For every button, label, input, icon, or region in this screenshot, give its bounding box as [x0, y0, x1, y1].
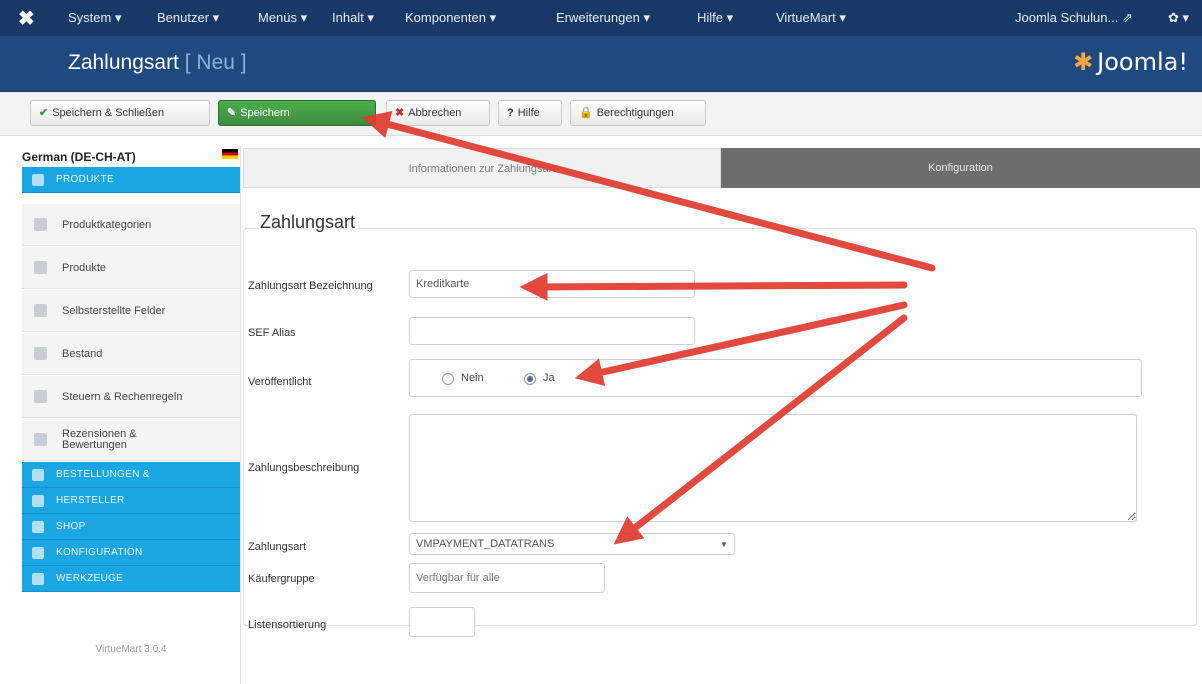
payment-method-value: VMPAYMENT_DATATRANS	[416, 538, 555, 550]
version-label: VirtueMart 3.0.4	[95, 644, 167, 655]
sidebar-section-bestellungen[interactable]: BESTELLUNGEN &	[22, 462, 240, 488]
permissions-label: Berechtigungen	[596, 107, 674, 119]
sidebar-item-label: Selbsterstellte Felder	[62, 304, 166, 317]
help-label: Hilfe	[517, 107, 540, 119]
check-icon: ✔	[39, 107, 49, 119]
sidebar-item-label: Steuern & Rechenregeln	[62, 390, 183, 403]
alias-label: SEF Alias	[248, 327, 296, 339]
menu-menues[interactable]: Menüs ▾	[258, 10, 307, 26]
ordering-input[interactable]	[409, 607, 475, 637]
group-label: Käufergruppe	[248, 573, 315, 585]
sidebar-item-label: Produkte	[62, 261, 107, 274]
name-label: Zahlungsart Bezeichnung	[248, 280, 373, 292]
tax-icon	[34, 390, 47, 403]
menu-system[interactable]: System ▾	[68, 10, 121, 26]
manufacturer-icon	[32, 495, 44, 507]
sidebar-section-label: BESTELLUNGEN &	[56, 469, 150, 480]
sidebar-section-label: KONFIGURATION	[56, 547, 143, 558]
sidebar-item-steuern[interactable]: Steuern & Rechenregeln	[22, 376, 240, 418]
published-no-radio[interactable]	[442, 373, 454, 385]
sidebar-item-felder[interactable]: Selbsterstellte Felder	[22, 290, 240, 332]
settings-gear-icon[interactable]: ✿ ▾	[1168, 10, 1189, 26]
published-yes-radio[interactable]	[524, 373, 536, 385]
site-link[interactable]: Joomla Schulun... ⇗	[1015, 10, 1133, 26]
sidebar: German (DE-CH-AT) PRODUKTE Produktkatego…	[0, 146, 241, 684]
sidebar-item-rezensionen[interactable]: Rezensionen & Bewertungen	[22, 419, 240, 461]
inventory-icon	[34, 347, 47, 360]
shopper-group-input[interactable]	[409, 563, 605, 593]
payment-method-select[interactable]: VMPAYMENT_DATATRANS ▼	[409, 533, 735, 555]
chevron-down-icon: ▼	[720, 540, 728, 549]
joomla-brand-text: Joomla!	[1097, 48, 1188, 76]
sidebar-section-label: PRODUKTE	[56, 174, 114, 185]
sef-alias-input[interactable]	[409, 317, 695, 345]
page-title: Zahlungsart [ Neu ]	[68, 51, 247, 75]
save-close-label: Speichern & Schließen	[52, 107, 165, 119]
german-flag-icon[interactable]	[222, 149, 238, 159]
sidebar-section-produkte[interactable]: PRODUKTE	[22, 167, 240, 193]
menu-inhalt[interactable]: Inhalt ▾	[332, 10, 374, 26]
shop-icon	[32, 521, 44, 533]
published-no-label: Nein	[461, 372, 484, 384]
save-label: Speichern	[240, 107, 290, 119]
sidebar-section-werkzeuge[interactable]: WERKZEUGE	[22, 566, 240, 592]
published-radio-group	[409, 359, 1142, 397]
sidebar-section-hersteller[interactable]: HERSTELLER	[22, 488, 240, 514]
save-close-button[interactable]: ✔ Speichern & Schließen	[30, 100, 210, 126]
sidebar-item-produktkategorien[interactable]: Produktkategorien	[22, 204, 240, 246]
tab-informationen[interactable]: Informationen zur Zahlungsart	[243, 148, 721, 188]
question-icon: ?	[507, 107, 514, 119]
page-title-text: Zahlungsart	[68, 51, 179, 74]
sidebar-section-konfiguration[interactable]: KONFIGURATION	[22, 540, 240, 566]
cancel-icon: ✖	[395, 107, 405, 119]
menu-benutzer[interactable]: Benutzer ▾	[157, 10, 219, 26]
payment-name-input[interactable]	[409, 270, 695, 298]
sidebar-item-label: Bestand	[62, 347, 103, 360]
save-button[interactable]: ✎ Speichern	[218, 100, 376, 126]
sidebar-section-shop[interactable]: SHOP	[22, 514, 240, 540]
toolbar: ✔ Speichern & Schließen ✎ Speichern ✖ Abbre…	[0, 92, 1202, 136]
custom-fields-icon	[34, 304, 47, 317]
categories-icon	[34, 218, 47, 231]
sidebar-section-label: SHOP	[56, 521, 86, 532]
joomla-logo-icon[interactable]: ✖	[18, 6, 35, 31]
menu-komponenten[interactable]: Komponenten ▾	[405, 10, 496, 26]
reviews-icon	[34, 433, 47, 446]
ordering-label: Listensortierung	[248, 619, 327, 631]
joomla-brand: ✱ Joomla!	[1073, 48, 1188, 76]
menu-virtuemart[interactable]: VirtueMart ▾	[776, 10, 846, 26]
help-button[interactable]: ? Hilfe	[498, 100, 562, 126]
admin-top-nav: ✖ System ▾ Benutzer ▾ Menüs ▾ Inhalt ▾ K…	[0, 0, 1202, 36]
sidebar-divider	[240, 146, 241, 684]
joomla-brand-icon: ✱	[1073, 48, 1094, 76]
sidebar-section-label: WERKZEUGE	[56, 573, 124, 584]
page-header: Zahlungsart [ Neu ] ✱ Joomla!	[0, 36, 1202, 92]
published-label: Veröffentlicht	[248, 376, 312, 388]
fieldset-legend: Zahlungsart	[258, 212, 358, 233]
cancel-label: Abbrechen	[408, 107, 462, 119]
description-label: Zahlungsbeschreibung	[248, 462, 360, 474]
cancel-button[interactable]: ✖ Abbrechen	[386, 100, 490, 126]
tools-icon	[32, 573, 44, 585]
menu-erweiterungen[interactable]: Erweiterungen ▾	[556, 10, 650, 26]
method-label: Zahlungsart	[248, 541, 307, 553]
products-icon	[32, 174, 44, 186]
sidebar-item-bestand[interactable]: Bestand	[22, 333, 240, 375]
lock-icon: 🔒	[579, 107, 593, 119]
sidebar-item-label: Produktkategorien	[62, 218, 152, 231]
configuration-icon	[32, 547, 44, 559]
description-textarea[interactable]	[409, 414, 1137, 522]
sidebar-item-label: Rezensionen & Bewertungen	[62, 427, 137, 451]
products-list-icon	[34, 261, 47, 274]
sidebar-item-produkte[interactable]: Produkte	[22, 247, 240, 289]
tab-konfiguration[interactable]: Konfiguration	[721, 148, 1200, 188]
permissions-button[interactable]: 🔒 Berechtigungen	[570, 100, 706, 126]
page-title-status: [ Neu ]	[184, 51, 247, 74]
published-yes-label: Ja	[543, 372, 555, 384]
sidebar-section-label: HERSTELLER	[56, 495, 125, 506]
edit-icon: ✎	[227, 107, 237, 119]
menu-hilfe[interactable]: Hilfe ▾	[697, 10, 733, 26]
orders-icon	[32, 469, 44, 481]
language-label: German (DE-CH-AT)	[22, 150, 136, 164]
